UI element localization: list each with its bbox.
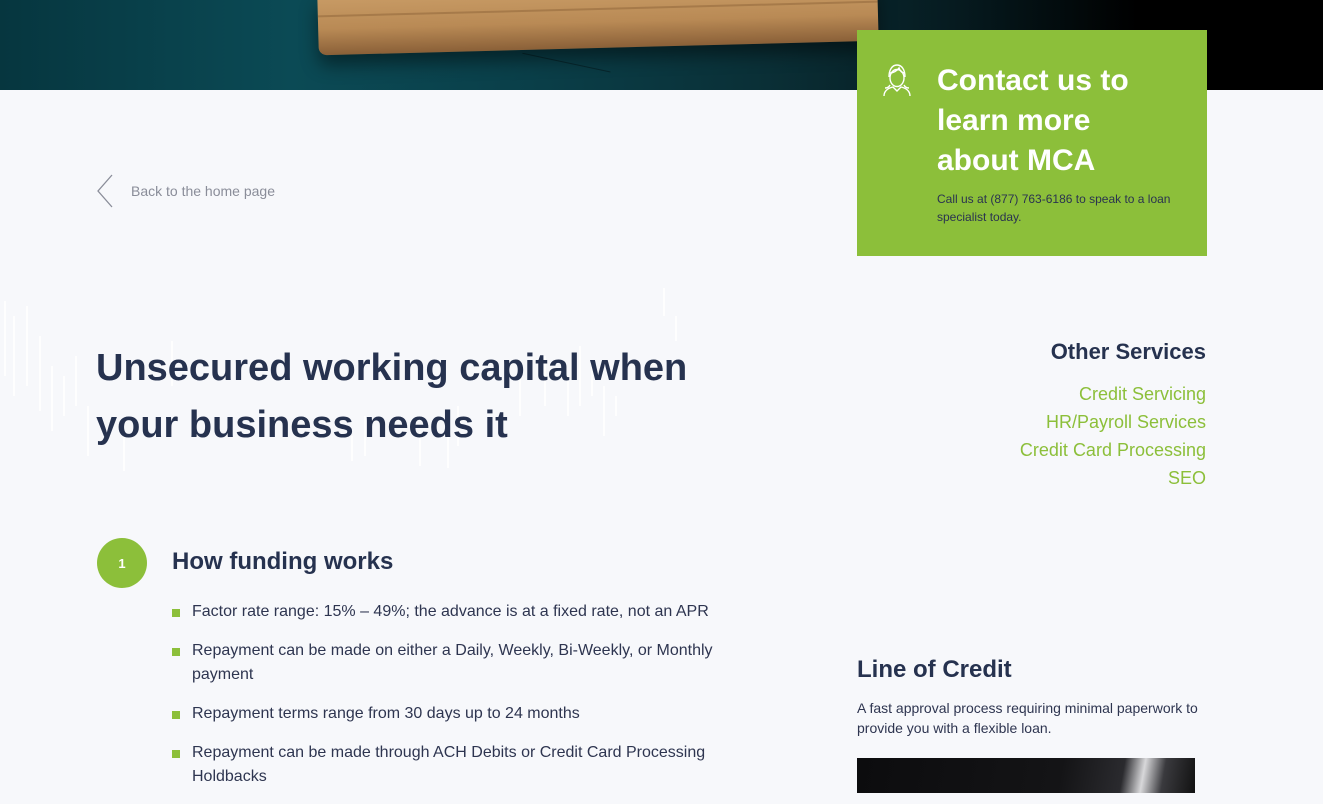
headline-line-2: your business needs it [96,404,508,446]
list-item: Repayment terms range from 30 days up to… [172,702,742,726]
other-services-section: Other Services Credit Servicing HR/Payro… [1020,338,1206,492]
contact-title: Contact us to learn more about MCA [937,64,1129,177]
back-to-home-link[interactable]: Back to the home page [96,174,275,208]
contact-card: Contact us to learn more about MCA Call … [857,30,1207,256]
wood-plank-graphic [317,0,879,56]
service-link-seo[interactable]: SEO [1020,464,1206,492]
list-item: Factor rate range: 15% – 49%; the advanc… [172,600,742,624]
headline-line-1: Unsecured working capital when [96,347,688,389]
list-item: Repayment can be made on either a Daily,… [172,639,742,687]
page-headline: Unsecured working capital when your busi… [96,340,736,454]
support-agent-icon [883,64,911,97]
surface-texture [519,52,611,87]
back-link-label: Back to the home page [131,183,275,199]
service-link-hr-payroll[interactable]: HR/Payroll Services [1020,408,1206,436]
service-link-credit-card-processing[interactable]: Credit Card Processing [1020,436,1206,464]
step-title: How funding works [172,548,394,575]
contact-text: Call us at (877) 763-6186 to speak to a … [937,192,1171,224]
list-item: Repayment can be made through ACH Debits… [172,741,742,789]
line-of-credit-image[interactable] [857,758,1195,793]
service-link-credit-servicing[interactable]: Credit Servicing [1020,380,1206,408]
line-of-credit-description: A fast approval process requiring minima… [857,700,1198,736]
step-number-badge: 1 [97,538,147,588]
chevron-left-icon [97,174,113,208]
line-of-credit-title[interactable]: Line of Credit [857,654,1012,686]
funding-details-list: Factor rate range: 15% – 49%; the advanc… [172,600,742,804]
other-services-title: Other Services [1050,339,1206,364]
